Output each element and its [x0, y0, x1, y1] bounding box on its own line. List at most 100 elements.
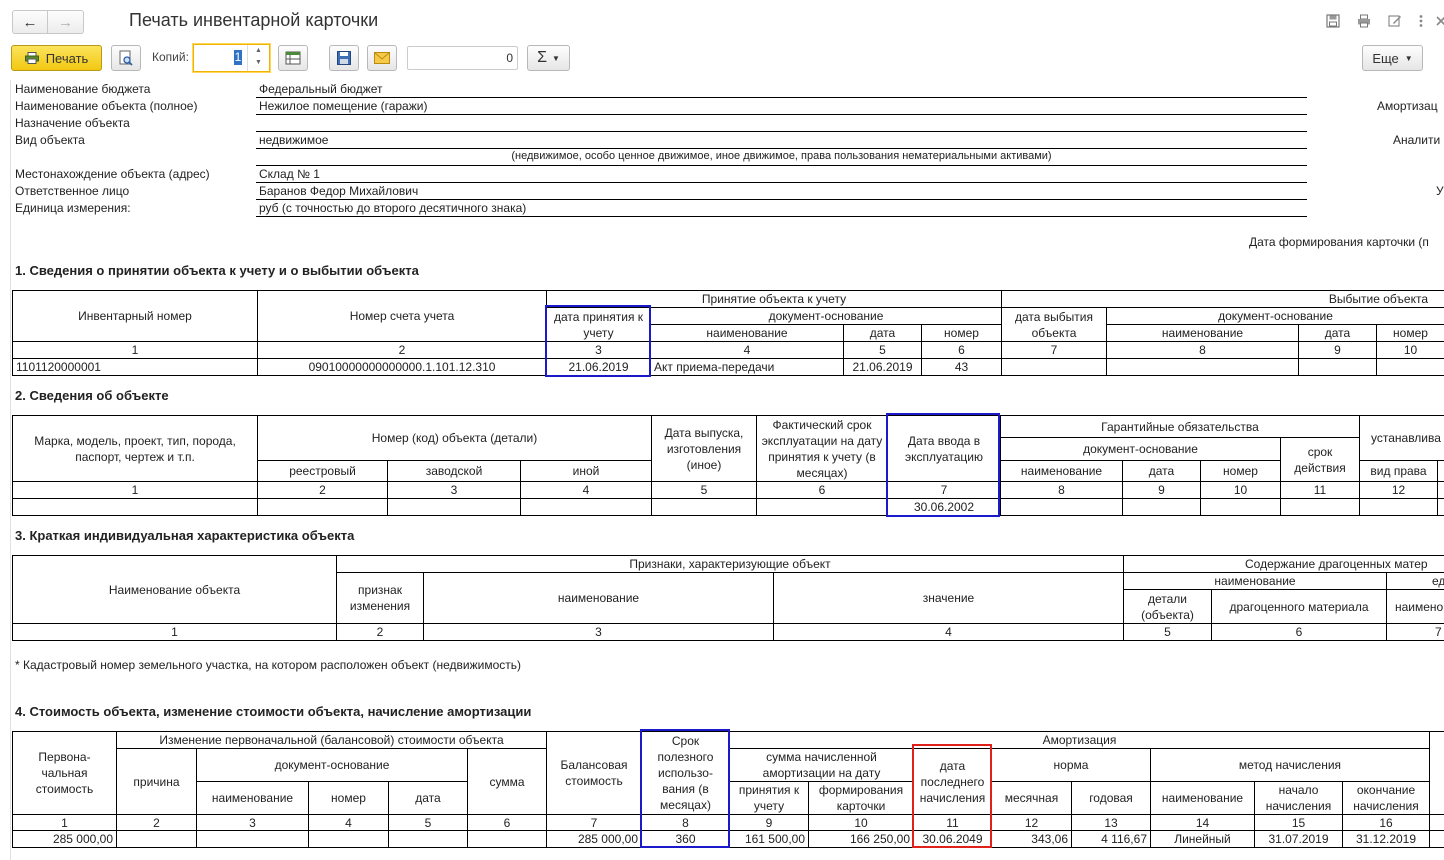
save-icon[interactable]: [1326, 14, 1340, 28]
s4-num: 5: [388, 814, 467, 830]
s4-header-doc-number: номер: [308, 781, 388, 814]
s3-num: 6: [1211, 623, 1386, 640]
s1-cell-doc-number[interactable]: 43: [921, 358, 1001, 375]
s4-cell-end[interactable]: 31.12.2019: [1342, 830, 1429, 847]
s2-cell[interactable]: [12, 498, 257, 515]
s4-cell-initial[interactable]: 285 000,00: [12, 830, 116, 847]
s4-cell-monthly[interactable]: 343,06: [991, 830, 1071, 847]
s4-cell-method[interactable]: Линейный: [1150, 830, 1254, 847]
s1-num: 9: [1298, 341, 1376, 358]
s3-header-change: признак изменения: [336, 572, 423, 623]
s2-header-right-type: вид права: [1359, 460, 1437, 481]
spin-up-icon[interactable]: ▲: [248, 45, 269, 57]
s2-cell[interactable]: [1000, 498, 1122, 515]
s1-header-disposal-doc-number: номер: [1376, 324, 1444, 341]
s4-cell-useful-life[interactable]: 360: [641, 830, 729, 847]
s1-num: 6: [921, 341, 1001, 358]
s1-cell-doc-name[interactable]: Акт приема-передачи: [650, 358, 843, 375]
header-label-object-type: Вид объекта: [15, 133, 85, 147]
preview-button[interactable]: [111, 45, 141, 71]
s4-header-monthly: месячная: [991, 781, 1071, 814]
s2-cell[interactable]: [1200, 498, 1280, 515]
s2-header-actual-term: Фактический срок эксплуатации на дату пр…: [756, 415, 887, 481]
s4-header-amortization: Амортизация: [729, 731, 1429, 748]
more-label: Еще: [1372, 50, 1399, 66]
s4-header-end: окончание начисления: [1342, 781, 1429, 814]
s4-header-reason: причина: [116, 748, 196, 814]
s1-cell-doc-date[interactable]: 21.06.2019: [843, 358, 921, 375]
s2-header-other: иной: [520, 460, 651, 481]
s4-num: 7: [546, 814, 641, 830]
save-file-button[interactable]: [329, 45, 359, 71]
s1-header-disposal-doc-date: дата: [1298, 324, 1376, 341]
s4-header-norm: норма: [991, 748, 1150, 781]
s2-cell[interactable]: [387, 498, 520, 515]
s4-cell-start[interactable]: 31.07.2019: [1254, 830, 1342, 847]
s4-num: 13: [1071, 814, 1150, 830]
s1-cell-disposal-doc-name[interactable]: [1106, 358, 1298, 375]
s4-cell-doc-date[interactable]: [388, 830, 467, 847]
close-icon[interactable]: [1434, 14, 1444, 28]
spreadsheet-document[interactable]: Наименование бюджета Федеральный бюджет …: [0, 78, 1444, 860]
send-email-button[interactable]: [367, 45, 397, 71]
s1-cell-inventory[interactable]: 1101120000001: [12, 358, 257, 375]
s4-cell-sum[interactable]: [467, 830, 546, 847]
s3-header-precious: Содержание драгоценных матер: [1123, 555, 1444, 572]
edit-icon[interactable]: [1388, 14, 1402, 28]
s3-header-features: Признаки, характеризующие объект: [336, 555, 1123, 572]
s1-cell-account[interactable]: 09010000000000000.1.101.12.310: [257, 358, 546, 375]
s1-cell-disposal-date[interactable]: [1001, 358, 1106, 375]
floppy-disk-icon: [337, 51, 351, 65]
forward-button[interactable]: →: [48, 10, 84, 34]
toolbar: Печать Копий: 1 ▲ ▼ 0 Σ ▼ Еще ▼: [0, 42, 1444, 76]
s2-num: 11: [1280, 481, 1359, 498]
s1-cell-accept-date[interactable]: 21.06.2019: [546, 358, 650, 375]
s2-cell[interactable]: [1359, 498, 1437, 515]
copies-input[interactable]: 1 ▲ ▼: [193, 44, 270, 72]
copies-value: 1: [234, 50, 242, 65]
settings-button[interactable]: [278, 45, 308, 71]
more-button[interactable]: Еще ▼: [1362, 45, 1423, 71]
s2-cell[interactable]: [651, 498, 756, 515]
s4-cell-yearly[interactable]: 4 116,67: [1071, 830, 1150, 847]
s4-cell-doc-name[interactable]: [196, 830, 308, 847]
s1-num: 2: [257, 341, 546, 358]
header-label-purpose: Назначение объекта: [15, 116, 130, 130]
s2-cell[interactable]: [520, 498, 651, 515]
s1-header-doc-name: наименование: [650, 324, 843, 341]
section-3-title: 3. Краткая индивидуальная характеристика…: [15, 528, 355, 543]
s1-cell-disposal-doc-date[interactable]: [1298, 358, 1376, 375]
header-label-budget: Наименование бюджета: [15, 82, 151, 96]
s1-num: 7: [1001, 341, 1106, 358]
s4-num: 16: [1342, 814, 1429, 830]
copies-spinner[interactable]: ▲ ▼: [247, 45, 269, 71]
s4-header-doc-date: дата: [388, 781, 467, 814]
s4-cell-last-accrual[interactable]: 30.06.2049: [913, 830, 991, 847]
numeric-field[interactable]: 0: [407, 46, 518, 70]
s2-cell-commission-date[interactable]: 30.06.2002: [887, 498, 1000, 515]
s1-cell-disposal-doc-number[interactable]: [1376, 358, 1444, 375]
s2-cell[interactable]: [756, 498, 887, 515]
s4-cell-reason[interactable]: [116, 830, 196, 847]
s4-cell-doc-number[interactable]: [308, 830, 388, 847]
more-vertical-icon[interactable]: [1414, 14, 1428, 28]
spin-down-icon[interactable]: ▼: [248, 57, 269, 69]
s2-cell[interactable]: [1122, 498, 1200, 515]
sum-button[interactable]: Σ ▼: [527, 45, 570, 71]
s4-num: 11: [913, 814, 991, 830]
header-label-object-name: Наименование объекта (полное): [15, 99, 198, 113]
cadastral-note: * Кадастровый номер земельного участка, …: [15, 658, 522, 672]
s1-header-disposal-doc: документ-основание: [1106, 307, 1444, 324]
back-button[interactable]: ←: [12, 10, 48, 34]
s4-cell-accrued-acceptance[interactable]: 161 500,00: [729, 830, 808, 847]
s2-cell[interactable]: [1280, 498, 1359, 515]
s2-cell[interactable]: [257, 498, 387, 515]
s4-cell-balance[interactable]: 285 000,00: [546, 830, 641, 847]
sum-icon: Σ: [537, 49, 547, 66]
print-button[interactable]: Печать: [11, 45, 102, 71]
s1-header-disposal: Выбытие объекта: [1001, 290, 1444, 307]
s4-cell-accrued-formation[interactable]: 166 250,00: [808, 830, 913, 847]
table-settings-icon: [285, 51, 301, 65]
printer-icon[interactable]: [1357, 14, 1371, 28]
s3-header-naimen: наимено: [1386, 589, 1444, 623]
